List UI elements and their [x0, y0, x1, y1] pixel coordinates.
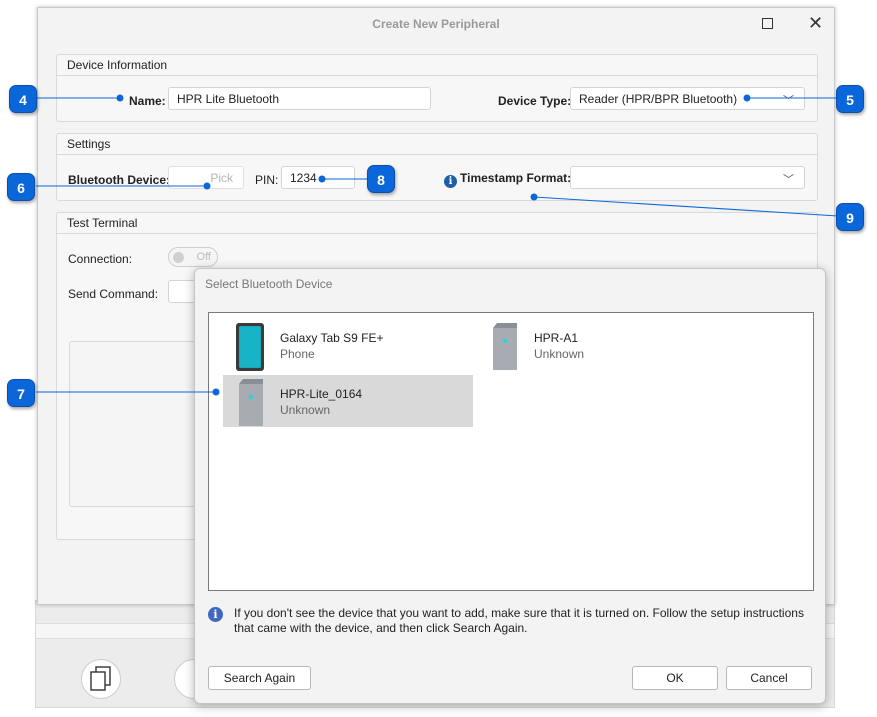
callout-badge: 7: [7, 379, 35, 407]
callout-badge: 6: [7, 173, 35, 201]
callout-badge: 4: [9, 85, 37, 113]
callout-badge: 9: [836, 203, 864, 231]
callout-badge: 8: [367, 165, 395, 193]
callout-lines: [36, 94, 839, 396]
callout-badge: 5: [836, 85, 864, 113]
